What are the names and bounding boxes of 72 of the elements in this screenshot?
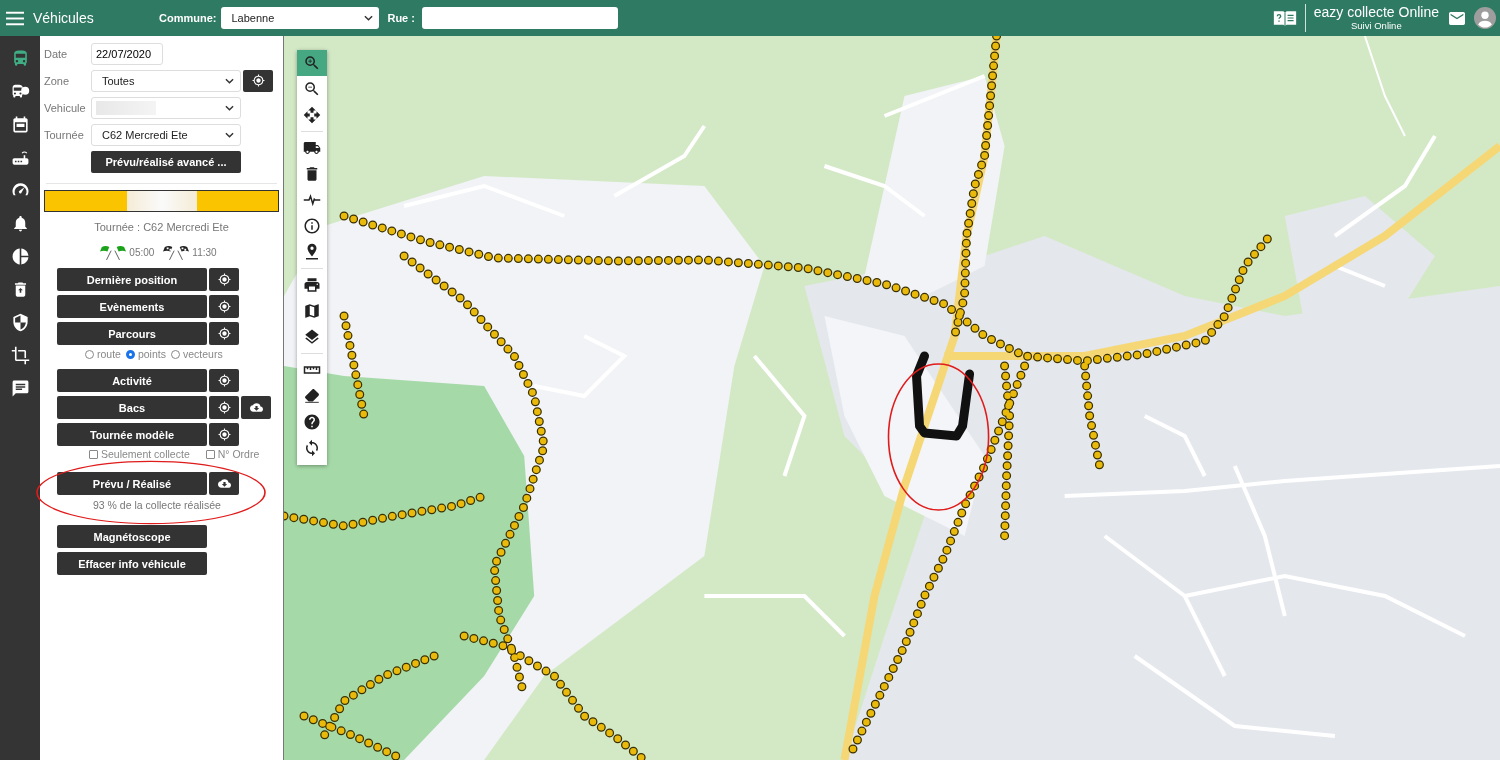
mail-icon[interactable] bbox=[1449, 11, 1465, 25]
action-button[interactable]: Activité bbox=[57, 369, 207, 392]
action-button[interactable]: Magnétoscope bbox=[57, 525, 207, 548]
field-label: Zone bbox=[44, 74, 71, 87]
caret-icon bbox=[364, 15, 374, 21]
crosshair-icon bbox=[217, 374, 231, 387]
blurred-block bbox=[126, 191, 197, 211]
action-button[interactable]: Prévu / Réalisé bbox=[57, 472, 207, 495]
action-button[interactable]: Dernière position bbox=[57, 268, 207, 291]
app-title: eazy collecte Online bbox=[1313, 4, 1439, 20]
checkbox[interactable] bbox=[89, 449, 98, 459]
caret-icon bbox=[225, 131, 234, 138]
radio-label: vecteurs bbox=[182, 348, 223, 360]
action-button[interactable]: Tournée modèle bbox=[57, 423, 207, 446]
crosshair-icon bbox=[217, 300, 231, 313]
field-label: Vehicule bbox=[44, 101, 87, 114]
radio-label: route bbox=[97, 348, 121, 360]
cloud-download-icon bbox=[217, 477, 231, 490]
street-label: Rue : bbox=[387, 12, 415, 24]
radio-label: points bbox=[137, 348, 166, 360]
book-icon[interactable] bbox=[1272, 9, 1297, 27]
crosshair-icon bbox=[217, 401, 231, 414]
locate-button[interactable] bbox=[209, 268, 239, 291]
start-flags-icon bbox=[100, 245, 127, 260]
locate-button[interactable] bbox=[243, 69, 273, 92]
action-button[interactable]: Evènements bbox=[57, 295, 207, 318]
caret-icon bbox=[225, 77, 234, 84]
date-field[interactable]: 22/07/2020 bbox=[91, 42, 163, 65]
route-title: Tournée : C62 Mercredi Ete bbox=[93, 221, 230, 233]
crosshair-icon bbox=[217, 428, 231, 441]
app-subtitle: Suivi Online bbox=[1351, 19, 1402, 32]
crosshair-icon bbox=[251, 74, 265, 87]
commune-select[interactable]: Labenne bbox=[221, 7, 380, 29]
start-time: 05:00 bbox=[129, 247, 155, 258]
cloud-download-icon bbox=[249, 401, 263, 414]
field-label: Date bbox=[44, 47, 69, 60]
progress-note: 93 % de la collecte réalisée bbox=[92, 499, 222, 511]
caret-icon bbox=[225, 104, 234, 111]
select-field[interactable] bbox=[91, 96, 241, 119]
locate-button[interactable] bbox=[209, 369, 239, 392]
zoom-in-icon[interactable] bbox=[297, 50, 327, 76]
checkbox-label: Seulement collecte bbox=[101, 448, 190, 460]
select-field[interactable]: C62 Mercredi Ete bbox=[91, 123, 241, 146]
locate-button[interactable] bbox=[209, 295, 239, 318]
field-label: Tournée bbox=[44, 128, 85, 141]
action-button[interactable]: Effacer info véhicule bbox=[57, 552, 207, 575]
locate-button[interactable] bbox=[209, 423, 239, 446]
commune-label: Commune: bbox=[159, 12, 217, 24]
advanced-button[interactable]: Prévu/réalisé avancé ... bbox=[91, 150, 241, 173]
menu-icon[interactable] bbox=[6, 10, 24, 26]
chat-icon[interactable] bbox=[10, 379, 30, 398]
shield-icon[interactable] bbox=[10, 313, 30, 332]
pie-chart-icon[interactable] bbox=[10, 247, 30, 266]
end-time: 11:30 bbox=[192, 247, 217, 258]
radio-button[interactable] bbox=[125, 349, 135, 359]
page-title: Véhicules bbox=[33, 10, 95, 26]
cloud-download-button[interactable] bbox=[209, 472, 239, 495]
avatar-icon[interactable] bbox=[1474, 7, 1496, 29]
calendar-icon[interactable] bbox=[10, 115, 30, 134]
crop-icon[interactable] bbox=[10, 346, 30, 365]
cloud-download-button[interactable] bbox=[241, 396, 271, 419]
finish-flags-icon bbox=[163, 245, 190, 260]
checkbox[interactable] bbox=[205, 449, 215, 459]
street-field[interactable] bbox=[421, 7, 618, 29]
crosshair-icon bbox=[217, 273, 231, 286]
action-button[interactable]: Parcours bbox=[57, 322, 207, 345]
locate-button[interactable] bbox=[209, 322, 239, 345]
checkbox-label: N° Ordre bbox=[217, 448, 260, 460]
locate-button[interactable] bbox=[209, 396, 239, 419]
crosshair-icon bbox=[217, 327, 231, 340]
select-field[interactable]: Toutes bbox=[91, 69, 241, 92]
action-button[interactable]: Bacs bbox=[57, 396, 207, 419]
